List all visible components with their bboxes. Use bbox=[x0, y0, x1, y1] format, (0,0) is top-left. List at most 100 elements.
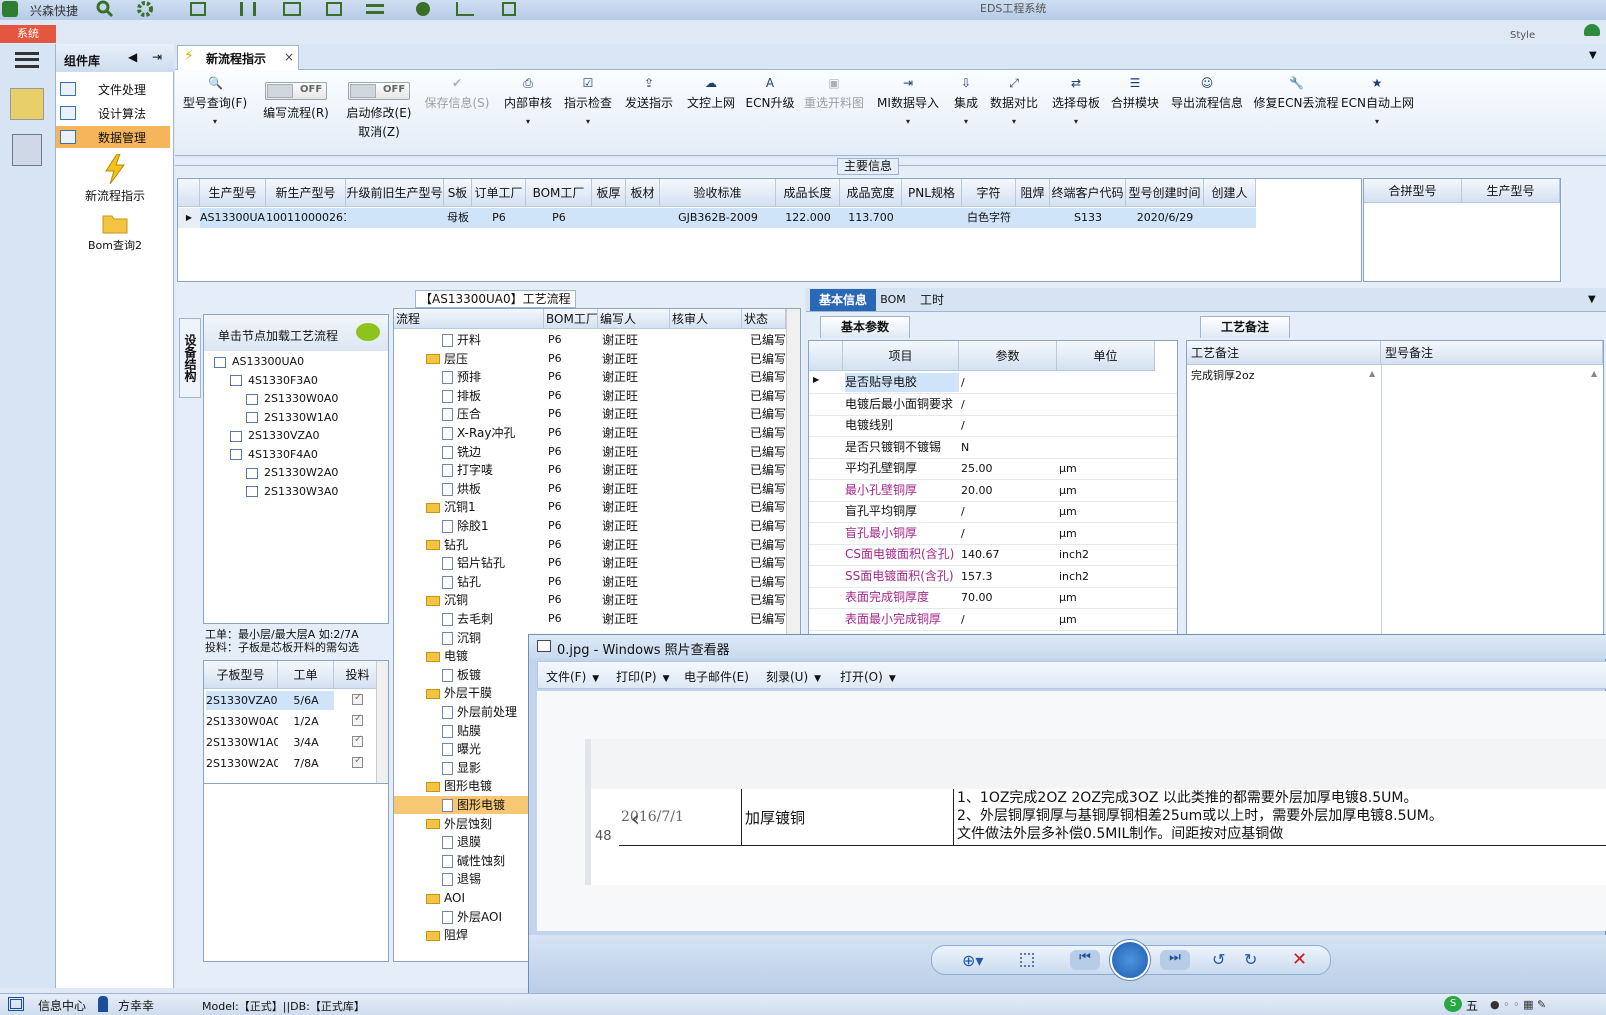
toggle-switch[interactable]: OFF bbox=[348, 82, 410, 100]
main-col-header[interactable]: S板 bbox=[444, 179, 472, 207]
toolbar-button[interactable]: ⇄ 选择母板 ▾ bbox=[1047, 76, 1105, 148]
param-col-header[interactable]: 单位 bbox=[1057, 341, 1155, 371]
doc-tab-new-flow[interactable]: ⚡ 新流程指示 × bbox=[177, 45, 299, 70]
toolbar-button[interactable]: 🔍 型号查询(F) ▾ bbox=[177, 76, 253, 148]
main-cell[interactable]: 母板 bbox=[444, 208, 472, 228]
param-item[interactable]: 盲孔最小铜厚 bbox=[845, 524, 959, 543]
chevron-down-icon[interactable]: ▾ bbox=[559, 117, 617, 126]
flow-row[interactable]: 铣边 P6 谢正旺 已编写 bbox=[394, 443, 786, 461]
sub-col-header[interactable]: 子板型号 bbox=[204, 661, 278, 689]
flow-col-header[interactable]: 核审人 bbox=[670, 309, 742, 329]
main-col-header[interactable]: 升级前旧生产型号 bbox=[346, 179, 444, 207]
main-cell[interactable]: 2020/6/29 bbox=[1126, 208, 1204, 228]
fit-window-icon[interactable] bbox=[1020, 953, 1034, 967]
param-item[interactable]: 表面完成铜厚度 bbox=[845, 588, 959, 607]
chevron-down-icon[interactable]: ▾ bbox=[1341, 117, 1413, 126]
toolbar-button[interactable]: ⎙ 内部审核 ▾ bbox=[499, 76, 557, 148]
toolbar-button[interactable]: ☺ 导出流程信息 bbox=[1165, 76, 1249, 148]
chart-icon[interactable] bbox=[456, 2, 474, 16]
toolbar-button[interactable]: ☑ 指示检查 ▾ bbox=[559, 76, 617, 148]
chevron-down-icon[interactable]: ▾ bbox=[949, 117, 983, 126]
rotate-left-icon[interactable]: ↺ bbox=[1212, 950, 1225, 969]
sub-col-header[interactable]: 投料 bbox=[334, 661, 382, 689]
side-col-header[interactable]: 生产型号 bbox=[1462, 179, 1560, 203]
nav-item[interactable]: 文件处理 bbox=[56, 78, 170, 100]
main-col-header[interactable]: BOM工厂 bbox=[526, 179, 592, 207]
tray-icons[interactable]: ● ◦ ◦ ▦ ✎ bbox=[1490, 998, 1546, 1011]
scrollbar[interactable] bbox=[376, 661, 388, 783]
tab-work-hours[interactable]: 工时 bbox=[914, 289, 950, 311]
param-item[interactable]: 电镀线别 bbox=[845, 416, 959, 435]
delete-icon[interactable]: ✕ bbox=[1292, 949, 1307, 970]
param-value[interactable]: 20.00 bbox=[961, 481, 1057, 500]
main-cell[interactable]: S133 bbox=[1050, 208, 1126, 228]
toolbar-button[interactable]: ⇥ MI数据导入 ▾ bbox=[873, 76, 943, 148]
main-cell[interactable]: 113.700 bbox=[840, 208, 902, 228]
tree-node[interactable]: 2S1330W3A0 bbox=[246, 483, 338, 501]
viewer-menu-item[interactable]: 打印(P) ▼ bbox=[616, 668, 670, 685]
main-col-header[interactable]: 订单工厂 bbox=[472, 179, 526, 207]
chevron-down-icon[interactable]: ▾ bbox=[499, 117, 557, 126]
main-col-header[interactable]: PNL规格 bbox=[902, 179, 962, 207]
style-label[interactable]: Style bbox=[1510, 30, 1535, 41]
tree-node[interactable]: 4S1330F4A0 bbox=[230, 446, 318, 464]
rotate-right-icon[interactable]: ↻ bbox=[1244, 950, 1257, 969]
feed-checkbox[interactable] bbox=[352, 734, 363, 750]
scroll-up-icon[interactable]: ▲ bbox=[1369, 369, 1375, 378]
toolbar-button[interactable]: ▣ 重选开料图 bbox=[799, 76, 869, 148]
param-value[interactable]: / bbox=[961, 373, 1057, 392]
param-value[interactable]: / bbox=[961, 395, 1057, 414]
param-tab[interactable]: 基本参数 bbox=[820, 316, 910, 338]
sub-col-header[interactable]: 工单 bbox=[278, 661, 334, 689]
main-col-header[interactable]: 成品长度 bbox=[776, 179, 840, 207]
chevron-down-icon[interactable]: ▼ bbox=[1589, 50, 1597, 61]
nav-item[interactable]: 数据管理 bbox=[56, 126, 170, 148]
main-col-header[interactable]: 成品宽度 bbox=[840, 179, 902, 207]
sub-cell-model[interactable]: 2S1330W1A0 bbox=[206, 733, 278, 752]
flow-row[interactable]: X-Ray冲孔 P6 谢正旺 已编写 bbox=[394, 424, 786, 442]
copy-icon[interactable] bbox=[326, 2, 342, 16]
note-tab[interactable]: 工艺备注 bbox=[1200, 316, 1290, 338]
clipboard-icon[interactable] bbox=[502, 2, 516, 16]
flow-col-header[interactable]: 状态 bbox=[742, 309, 786, 329]
sub-cell-order[interactable]: 5/6A bbox=[278, 691, 334, 710]
main-col-header[interactable]: 验收标准 bbox=[660, 179, 776, 207]
main-col-header[interactable]: 字符 bbox=[962, 179, 1016, 207]
feed-checkbox[interactable] bbox=[352, 713, 363, 729]
toolbar-button[interactable]: OFF 编写流程(R) bbox=[257, 76, 335, 148]
collapse-left-icon[interactable]: ◀ bbox=[128, 50, 137, 64]
main-col-header[interactable]: 阻焊 bbox=[1016, 179, 1050, 207]
tree-node[interactable]: 2S1330W2A0 bbox=[246, 464, 338, 482]
main-cell[interactable] bbox=[626, 208, 660, 228]
toolbar-button[interactable]: ⇩ 集成 ▾ bbox=[949, 76, 983, 148]
param-item[interactable]: CS面电镀面积(含孔) bbox=[845, 545, 959, 564]
param-item[interactable]: 盲孔平均铜厚 bbox=[845, 502, 959, 521]
flow-col-header[interactable]: 流程 bbox=[394, 309, 544, 329]
toolbar-button[interactable]: OFF 启动修改(E) 取消(Z) bbox=[339, 76, 419, 148]
flow-row[interactable]: 沉铜 P6 谢正旺 已编写 bbox=[394, 591, 786, 609]
factory-icon[interactable] bbox=[10, 88, 44, 120]
main-col-header[interactable]: 创建人 bbox=[1204, 179, 1256, 207]
sub-cell-order[interactable]: 3/4A bbox=[278, 733, 334, 752]
vertical-tab-structure[interactable]: 设备结构 bbox=[179, 318, 201, 398]
close-icon[interactable]: × bbox=[284, 50, 294, 64]
toolbar-button[interactable]: ☁ 文控上网 bbox=[681, 76, 741, 148]
flow-row[interactable]: 铝片钻孔 P6 谢正旺 已编写 bbox=[394, 554, 786, 572]
viewer-menu-item[interactable]: 电子邮件(E) bbox=[684, 668, 749, 685]
ime-mode[interactable]: 五 bbox=[1466, 997, 1478, 1014]
main-cell[interactable] bbox=[902, 208, 962, 228]
flow-row[interactable]: 开料 P6 谢正旺 已编写 bbox=[394, 331, 786, 349]
windows-icon[interactable] bbox=[8, 997, 24, 1011]
main-cell[interactable] bbox=[1016, 208, 1050, 228]
main-col-header[interactable]: 板厚 bbox=[592, 179, 626, 207]
main-cell[interactable] bbox=[592, 208, 626, 228]
flow-row[interactable]: 压合 P6 谢正旺 已编写 bbox=[394, 405, 786, 423]
toolbar-button[interactable]: ★ ECN自动上网 ▾ bbox=[1341, 76, 1414, 148]
param-value[interactable]: / bbox=[961, 416, 1057, 435]
system-button[interactable]: 系统 bbox=[0, 25, 56, 43]
next-icon[interactable]: ⏭ bbox=[1160, 950, 1190, 970]
flow-col-header[interactable]: BOM工厂 bbox=[544, 309, 598, 329]
toolbar-button[interactable]: A ECN升级 bbox=[745, 76, 795, 148]
main-cell[interactable]: 122.000 bbox=[776, 208, 840, 228]
param-value[interactable]: / bbox=[961, 524, 1057, 543]
